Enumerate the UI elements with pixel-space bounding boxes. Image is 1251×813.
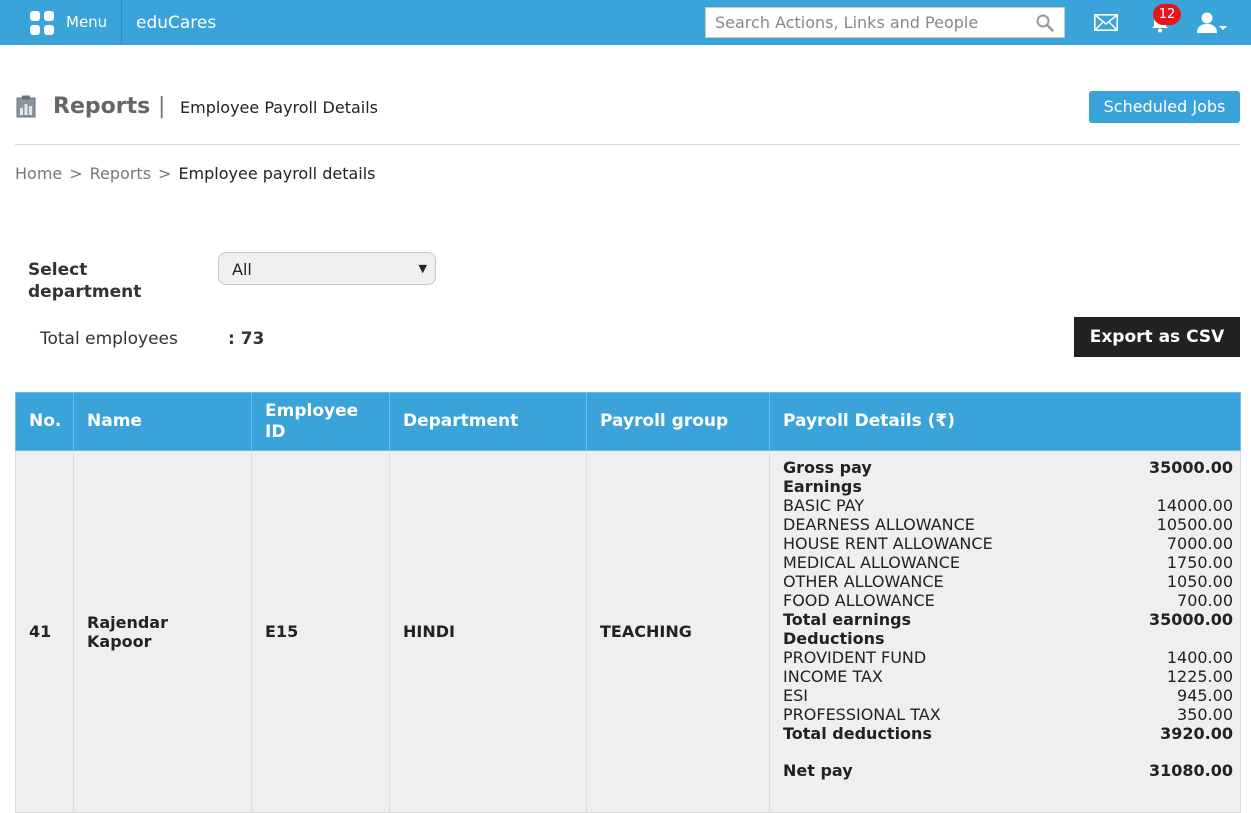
earning-value: 14000.00 <box>1156 496 1233 515</box>
total-employees-value: : 73 <box>228 329 265 349</box>
header-divider <box>15 144 1240 145</box>
breadcrumb-reports[interactable]: Reports <box>90 164 151 183</box>
department-select-value: All <box>232 260 252 279</box>
gross-pay-value: 35000.00 <box>1148 458 1233 477</box>
deduction-label: PROVIDENT FUND <box>783 648 927 667</box>
payroll-table: No. Name Employee ID Department Payroll … <box>15 392 1241 813</box>
total-employees-label: Total employees <box>40 329 178 349</box>
total-deductions-label: Total deductions <box>783 724 932 743</box>
breadcrumb: Home > Reports > Employee payroll details <box>15 164 376 183</box>
department-label: Select department <box>28 260 142 302</box>
gross-pay-row: Gross pay 35000.00 <box>783 458 1233 477</box>
earnings-heading: Earnings <box>783 477 862 496</box>
deduction-row: PROFESSIONAL TAX 350.00 <box>783 705 1233 724</box>
earnings-heading-row: Earnings <box>783 477 1233 496</box>
brand-name[interactable]: eduCares <box>136 13 216 33</box>
menu-button[interactable]: Menu <box>0 0 122 45</box>
earning-row: FOOD ALLOWANCE 700.00 <box>783 591 1233 610</box>
earning-value: 10500.00 <box>1156 515 1233 534</box>
user-icon[interactable] <box>1196 11 1228 35</box>
scheduled-jobs-button[interactable]: Scheduled Jobs <box>1089 91 1240 123</box>
table-header-row: No. Name Employee ID Department Payroll … <box>15 392 1241 451</box>
total-earnings-row: Total earnings 35000.00 <box>783 610 1233 629</box>
total-earnings-value: 35000.00 <box>1148 610 1233 629</box>
earning-row: DEARNESS ALLOWANCE 10500.00 <box>783 515 1233 534</box>
earning-label: MEDICAL ALLOWANCE <box>783 553 961 572</box>
cell-employee-id: E15 <box>251 450 390 813</box>
page-title: Reports <box>53 94 151 119</box>
column-header-payroll-group: Payroll group <box>586 392 770 451</box>
cell-payroll-group: TEACHING <box>586 450 770 813</box>
total-deductions-row: Total deductions 3920.00 <box>783 724 1233 743</box>
net-pay-label: Net pay <box>783 761 853 780</box>
search-icon[interactable] <box>1036 14 1054 32</box>
dropdown-arrow-icon: ▼ <box>418 262 427 275</box>
deduction-row: ESI 945.00 <box>783 686 1233 705</box>
deduction-value: 1400.00 <box>1166 648 1233 667</box>
cell-department: HINDI <box>389 450 587 813</box>
earning-label: BASIC PAY <box>783 496 865 515</box>
earning-row: MEDICAL ALLOWANCE 1750.00 <box>783 553 1233 572</box>
column-header-name: Name <box>73 392 252 451</box>
breadcrumb-current: Employee payroll details <box>178 164 376 183</box>
breadcrumb-separator: > <box>158 164 172 183</box>
column-header-employee-id: Employee ID <box>251 392 390 451</box>
earning-row: HOUSE RENT ALLOWANCE 7000.00 <box>783 534 1233 553</box>
breadcrumb-separator: > <box>69 164 83 183</box>
total-earnings-label: Total earnings <box>783 610 912 629</box>
grid-menu-icon <box>30 11 54 35</box>
title-separator: | <box>158 94 166 119</box>
search-input[interactable] <box>706 8 1035 37</box>
deduction-label: ESI <box>783 686 808 705</box>
page-subtitle: Employee Payroll Details <box>180 98 378 117</box>
total-deductions-value: 3920.00 <box>1160 724 1233 743</box>
deduction-label: PROFESSIONAL TAX <box>783 705 941 724</box>
cell-no: 41 <box>15 450 74 813</box>
export-csv-button[interactable]: Export as CSV <box>1074 317 1240 357</box>
table-row: 41 Rajendar Kapoor E15 HINDI TEACHING Gr… <box>15 450 1241 813</box>
deduction-row: PROVIDENT FUND 1400.00 <box>783 648 1233 667</box>
earning-label: DEARNESS ALLOWANCE <box>783 515 975 534</box>
cell-name: Rajendar Kapoor <box>73 450 252 813</box>
mail-icon[interactable] <box>1094 14 1118 31</box>
deductions-heading: Deductions <box>783 629 885 648</box>
earning-value: 7000.00 <box>1166 534 1233 553</box>
reports-icon <box>16 95 36 118</box>
deduction-value: 350.00 <box>1177 705 1233 724</box>
earning-value: 1050.00 <box>1166 572 1233 591</box>
earning-value: 700.00 <box>1177 591 1233 610</box>
net-pay-row: Net pay 31080.00 <box>783 761 1233 780</box>
deduction-value: 1225.00 <box>1166 667 1233 686</box>
earning-label: OTHER ALLOWANCE <box>783 572 944 591</box>
deduction-label: INCOME TAX <box>783 667 883 686</box>
deductions-heading-row: Deductions <box>783 629 1233 648</box>
cell-payroll-details: Gross pay 35000.00 Earnings BASIC PAY 140… <box>769 450 1241 813</box>
search-box <box>705 7 1065 38</box>
department-select[interactable]: All ▼ <box>218 252 436 285</box>
column-header-payroll-details: Payroll Details (₹) <box>769 392 1241 451</box>
column-header-no: No. <box>15 392 74 451</box>
notification-badge: 12 <box>1153 4 1181 25</box>
breadcrumb-home[interactable]: Home <box>15 164 62 183</box>
earning-label: HOUSE RENT ALLOWANCE <box>783 534 993 553</box>
earning-value: 1750.00 <box>1166 553 1233 572</box>
deduction-value: 945.00 <box>1177 686 1233 705</box>
top-navbar: Menu eduCares 12 <box>0 0 1251 45</box>
earning-row: OTHER ALLOWANCE 1050.00 <box>783 572 1233 591</box>
gross-pay-label: Gross pay <box>783 458 872 477</box>
earning-row: BASIC PAY 14000.00 <box>783 496 1233 515</box>
deduction-row: INCOME TAX 1225.00 <box>783 667 1233 686</box>
column-header-department: Department <box>389 392 587 451</box>
net-pay-value: 31080.00 <box>1148 761 1233 780</box>
menu-label: Menu <box>66 13 108 31</box>
earning-label: FOOD ALLOWANCE <box>783 591 935 610</box>
